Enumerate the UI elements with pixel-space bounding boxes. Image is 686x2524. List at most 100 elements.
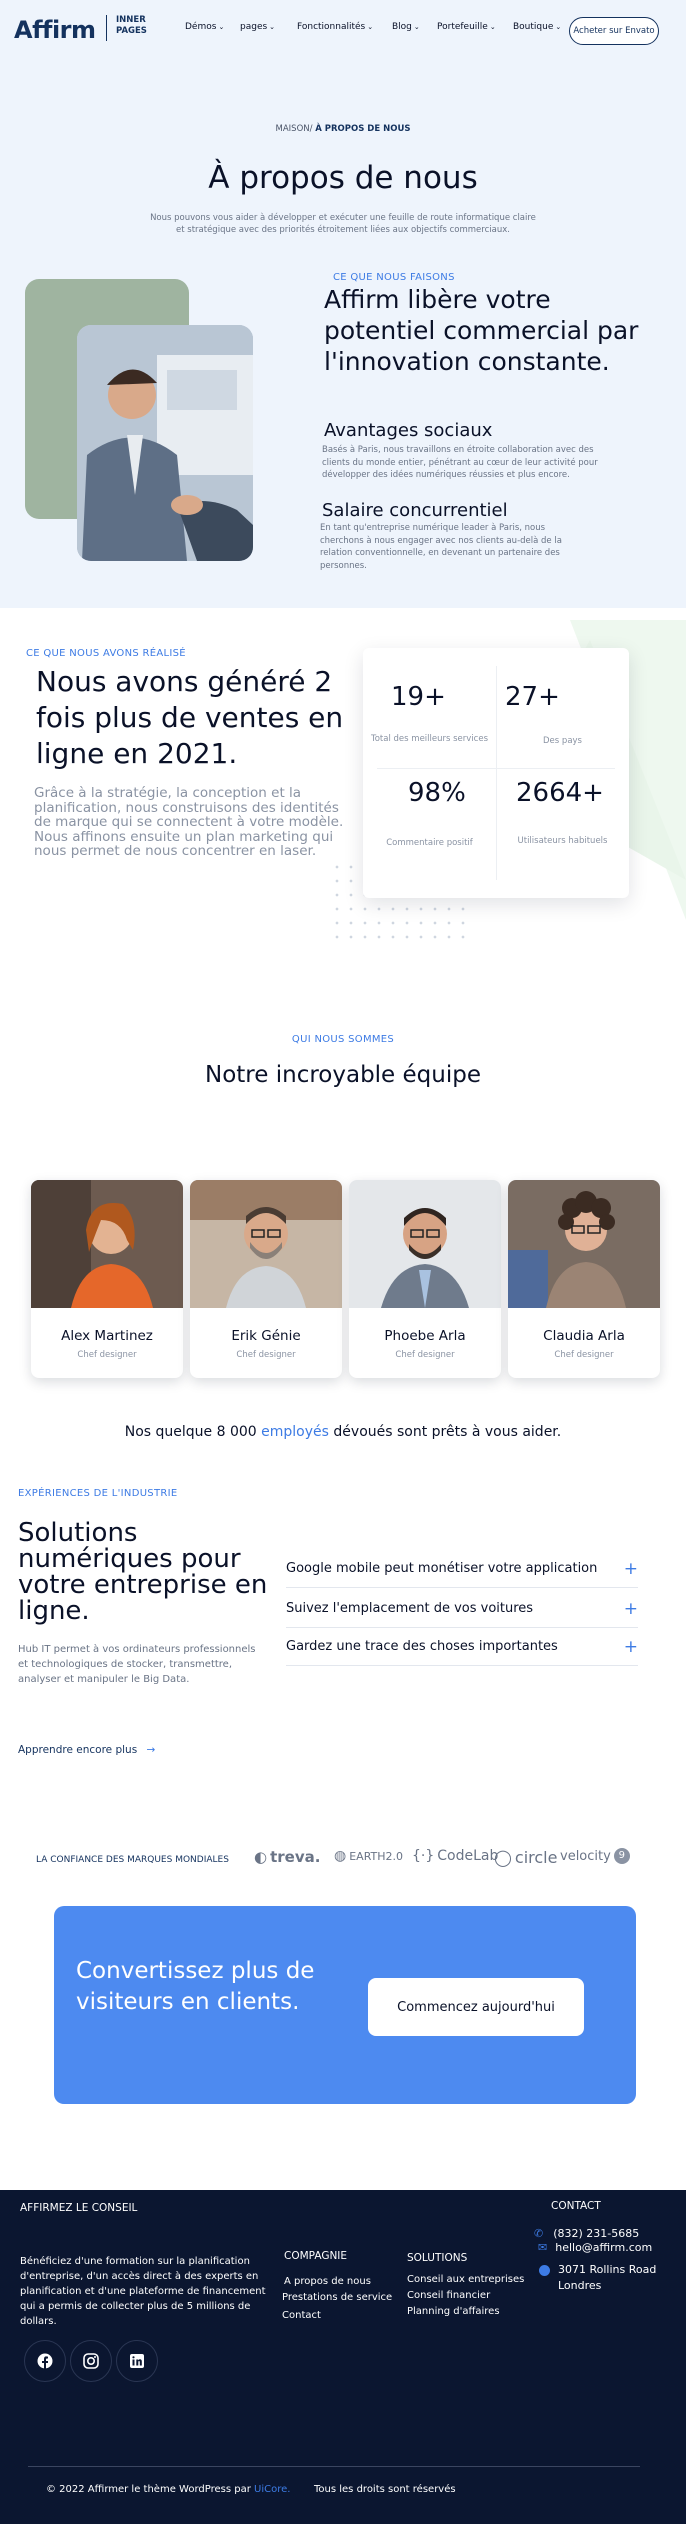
team-note-highlight[interactable]: employés bbox=[261, 1424, 329, 1440]
stats-eyebrow: CE QUE NOUS AVONS RÉALISÉ bbox=[26, 648, 186, 659]
buy-on-envato-button[interactable]: Acheter sur Envato bbox=[569, 17, 659, 45]
instagram-link[interactable] bbox=[70, 2340, 112, 2382]
chevron-down-icon: ⌄ bbox=[555, 23, 562, 31]
industry-text: Hub IT permet à vos ordinateurs professi… bbox=[18, 1644, 256, 1685]
team-member-photo bbox=[190, 1180, 342, 1308]
team-member-name: Alex Martinez bbox=[61, 1328, 153, 1344]
footer-brand-title: AFFIRMEZ LE CONSEIL bbox=[20, 2202, 138, 2214]
accordion-item-label: Google mobile peut monétiser votre appli… bbox=[286, 1561, 598, 1576]
industry-title: Solutions numériques pour votre entrepri… bbox=[18, 1518, 268, 1626]
footer-email[interactable]: ✉ hello@affirm.com bbox=[538, 2240, 652, 2256]
footer-address-line-1: 3071 Rollins Road bbox=[558, 2263, 657, 2276]
footer-company-link[interactable]: Prestations de service bbox=[282, 2290, 392, 2305]
feature-2-text: En tant qu'entreprise numérique leader à… bbox=[320, 523, 562, 571]
footer-email-text: hello@affirm.com bbox=[555, 2241, 653, 2254]
nav-portfolio[interactable]: Portefeuille ⌄ bbox=[437, 22, 496, 32]
about-title: Affirm libère votre potentiel commercial… bbox=[324, 285, 639, 376]
footer-solutions-link[interactable]: Planning d'affaires bbox=[407, 2304, 500, 2319]
brand-logo[interactable]: {·} CodeLab bbox=[412, 1848, 498, 1864]
brand-name: EARTH2.0 bbox=[349, 1849, 404, 1863]
linkedin-link[interactable] bbox=[116, 2340, 158, 2382]
team-eyebrow: QUI NOUS SOMMES bbox=[291, 1034, 395, 1045]
footer-contact-title: CONTACT bbox=[551, 2200, 601, 2212]
breadcrumb: MAISON/ À PROPOS DE NOUS bbox=[0, 124, 686, 134]
footer-solutions-link[interactable]: Conseil aux entreprises bbox=[407, 2272, 524, 2287]
team-member-photo bbox=[508, 1180, 660, 1308]
nav-blog-label: Blog bbox=[392, 22, 412, 32]
nav-blog[interactable]: Blog ⌄ bbox=[392, 22, 420, 32]
stats-card: 19+ Total des meilleurs services 27+ Des… bbox=[363, 648, 629, 898]
circle-icon: ◯ bbox=[494, 1848, 512, 1867]
brand-logo[interactable]: ◐ treva. bbox=[254, 1848, 320, 1866]
breadcrumb-home[interactable]: MAISON/ bbox=[276, 124, 313, 134]
accordion-item[interactable]: Google mobile peut monétiser votre appli… bbox=[286, 1550, 638, 1588]
footer-solutions-link[interactable]: Conseil financier bbox=[407, 2288, 490, 2303]
rights-reserved: Tous les droits sont réservés bbox=[314, 2484, 456, 2495]
nav-shop-label: Boutique bbox=[513, 22, 554, 32]
brand-name: CodeLab bbox=[437, 1848, 499, 1864]
footer-brand-text: Bénéficiez d'une formation sur la planif… bbox=[20, 2256, 266, 2327]
stat-label: Utilisateurs habituels bbox=[517, 836, 608, 846]
team-member-photo bbox=[31, 1180, 183, 1308]
chevron-down-icon: ⌄ bbox=[489, 23, 496, 31]
accordion-item[interactable]: Suivez l'emplacement de vos voitures + bbox=[286, 1590, 638, 1628]
chevron-down-icon: ⌄ bbox=[367, 23, 374, 31]
chevron-down-icon: ⌄ bbox=[413, 23, 420, 31]
stat-label: Commentaire positif bbox=[386, 838, 473, 848]
logo[interactable]: Affirm bbox=[14, 16, 96, 44]
team-member-role: Chef designer bbox=[77, 1350, 137, 1360]
plus-icon: + bbox=[623, 1636, 638, 1657]
footer-address: 3071 Rollins Road Londres bbox=[539, 2262, 656, 2294]
footer-company-link[interactable]: Contact bbox=[282, 2308, 321, 2323]
nav-pages-label: pages bbox=[240, 22, 268, 32]
feature-1-text: Basés à Paris, nous travaillons en étroi… bbox=[322, 445, 598, 480]
stat-value: 19+ bbox=[391, 682, 446, 712]
brand-name: velocity bbox=[560, 1848, 611, 1864]
nav-features[interactable]: Fonctionnalités ⌄ bbox=[297, 22, 373, 32]
chevron-down-icon: ⌄ bbox=[218, 23, 225, 31]
team-note-pre: Nos quelque 8 000 bbox=[124, 1424, 257, 1440]
accordion-item[interactable]: Gardez une trace des choses importantes + bbox=[286, 1628, 638, 1666]
team-member-card[interactable]: Claudia Arla Chef designer bbox=[508, 1180, 660, 1378]
team-member-card[interactable]: Phoebe Arla Chef designer bbox=[349, 1180, 501, 1378]
nav-demos[interactable]: Démos ⌄ bbox=[185, 22, 224, 32]
brand-logo[interactable]: ◯ circle bbox=[494, 1848, 557, 1867]
learn-more-link[interactable]: Apprendre encore plus → bbox=[18, 1744, 155, 1756]
team-member-role: Chef designer bbox=[395, 1350, 455, 1360]
braces-icon: {·} bbox=[412, 1848, 435, 1864]
team-member-role: Chef designer bbox=[236, 1350, 296, 1360]
stats-divider-h bbox=[377, 768, 615, 769]
copyright-text: © 2022 Affirmer le thème WordPress par bbox=[46, 2484, 251, 2495]
chevron-down-icon: ⌄ bbox=[269, 23, 276, 31]
stat-value: 98% bbox=[408, 778, 466, 808]
facebook-link[interactable] bbox=[24, 2340, 66, 2382]
team-member-card[interactable]: Erik Génie Chef designer bbox=[190, 1180, 342, 1378]
stat-label: Total des meilleurs services bbox=[370, 734, 489, 744]
nav-shop[interactable]: Boutique ⌄ bbox=[513, 22, 561, 32]
team-member-photo bbox=[349, 1180, 501, 1308]
brands-label: LA CONFIANCE DES MARQUES MONDIALES bbox=[36, 1855, 229, 1865]
brand-logo[interactable]: ◍ EARTH2.0 bbox=[334, 1848, 403, 1864]
nav-portfolio-label: Portefeuille bbox=[437, 22, 488, 32]
nav-pages[interactable]: pages ⌄ bbox=[240, 22, 275, 32]
stats-text: Grâce à la stratégie, la conception et l… bbox=[34, 785, 344, 859]
mail-icon: ✉ bbox=[538, 2241, 548, 2254]
team-note-post: dévoués sont prêts à vous aider. bbox=[333, 1424, 562, 1440]
stat-value: 2664+ bbox=[516, 778, 604, 808]
feature-1-title: Avantages sociaux bbox=[324, 420, 493, 441]
team-member-role: Chef designer bbox=[554, 1350, 614, 1360]
accordion-item-label: Suivez l'emplacement de vos voitures bbox=[286, 1601, 534, 1616]
logo-subtitle: INNER PAGES bbox=[116, 15, 147, 37]
nav-demos-label: Démos bbox=[185, 22, 217, 32]
page-title: À propos de nous bbox=[208, 160, 478, 196]
breadcrumb-current: À PROPOS DE NOUS bbox=[315, 124, 411, 134]
stat-label: Des pays bbox=[543, 736, 582, 746]
cta-title: Convertissez plus de visiteurs en client… bbox=[76, 1958, 315, 2015]
plus-icon: + bbox=[623, 1598, 638, 1619]
team-member-card[interactable]: Alex Martinez Chef designer bbox=[31, 1180, 183, 1378]
get-started-button[interactable]: Commencez aujourd'hui bbox=[368, 1978, 584, 2036]
footer-company-link[interactable]: A propos de nous bbox=[284, 2274, 371, 2289]
uicore-link[interactable]: UiCore. bbox=[254, 2484, 290, 2495]
feature-2-title: Salaire concurrentiel bbox=[322, 500, 508, 521]
brand-logo[interactable]: velocity 9 bbox=[560, 1848, 630, 1864]
